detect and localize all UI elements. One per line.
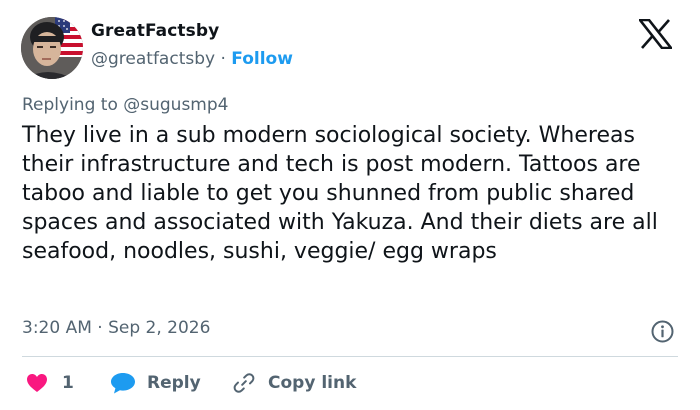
like-count: 1 xyxy=(62,373,74,393)
x-logo-icon[interactable] xyxy=(639,19,672,49)
action-bar: 1 Reply Copy link xyxy=(22,370,682,396)
tweet-text: They live in a sub modern sociological s… xyxy=(22,123,658,264)
reply-mention-link[interactable]: @sugusmp4 xyxy=(123,95,228,115)
heart-icon xyxy=(27,374,47,392)
author-display-name[interactable]: GreatFactsby xyxy=(91,21,219,41)
avatar-image xyxy=(21,17,83,79)
tweet-time: 3:20 AM xyxy=(22,318,92,338)
reply-button[interactable]: Reply xyxy=(110,370,201,396)
copy-link-label: Copy link xyxy=(268,373,357,393)
speech-bubble-icon xyxy=(111,373,135,394)
divider xyxy=(22,356,678,357)
handle-separator: · xyxy=(220,49,226,69)
reply-label: Reply xyxy=(147,373,201,393)
copy-link-button[interactable]: Copy link xyxy=(232,370,356,396)
timestamp-separator: · xyxy=(97,318,103,338)
info-icon[interactable] xyxy=(651,320,674,343)
tweet-date: Sep 2, 2026 xyxy=(108,318,211,338)
like-button[interactable]: 1 xyxy=(26,370,74,396)
follow-button[interactable]: Follow xyxy=(231,49,293,69)
avatar[interactable] xyxy=(21,17,83,79)
tweet-timestamp[interactable]: 3:20 AM · Sep 2, 2026 xyxy=(22,318,210,338)
reply-context: Replying to @sugusmp4 xyxy=(22,95,228,115)
author-handle[interactable]: @greatfactsby xyxy=(91,49,215,69)
author-handle-row: @greatfactsby · Follow xyxy=(91,49,293,69)
reply-context-prefix: Replying to xyxy=(22,95,124,115)
link-icon xyxy=(233,373,255,393)
